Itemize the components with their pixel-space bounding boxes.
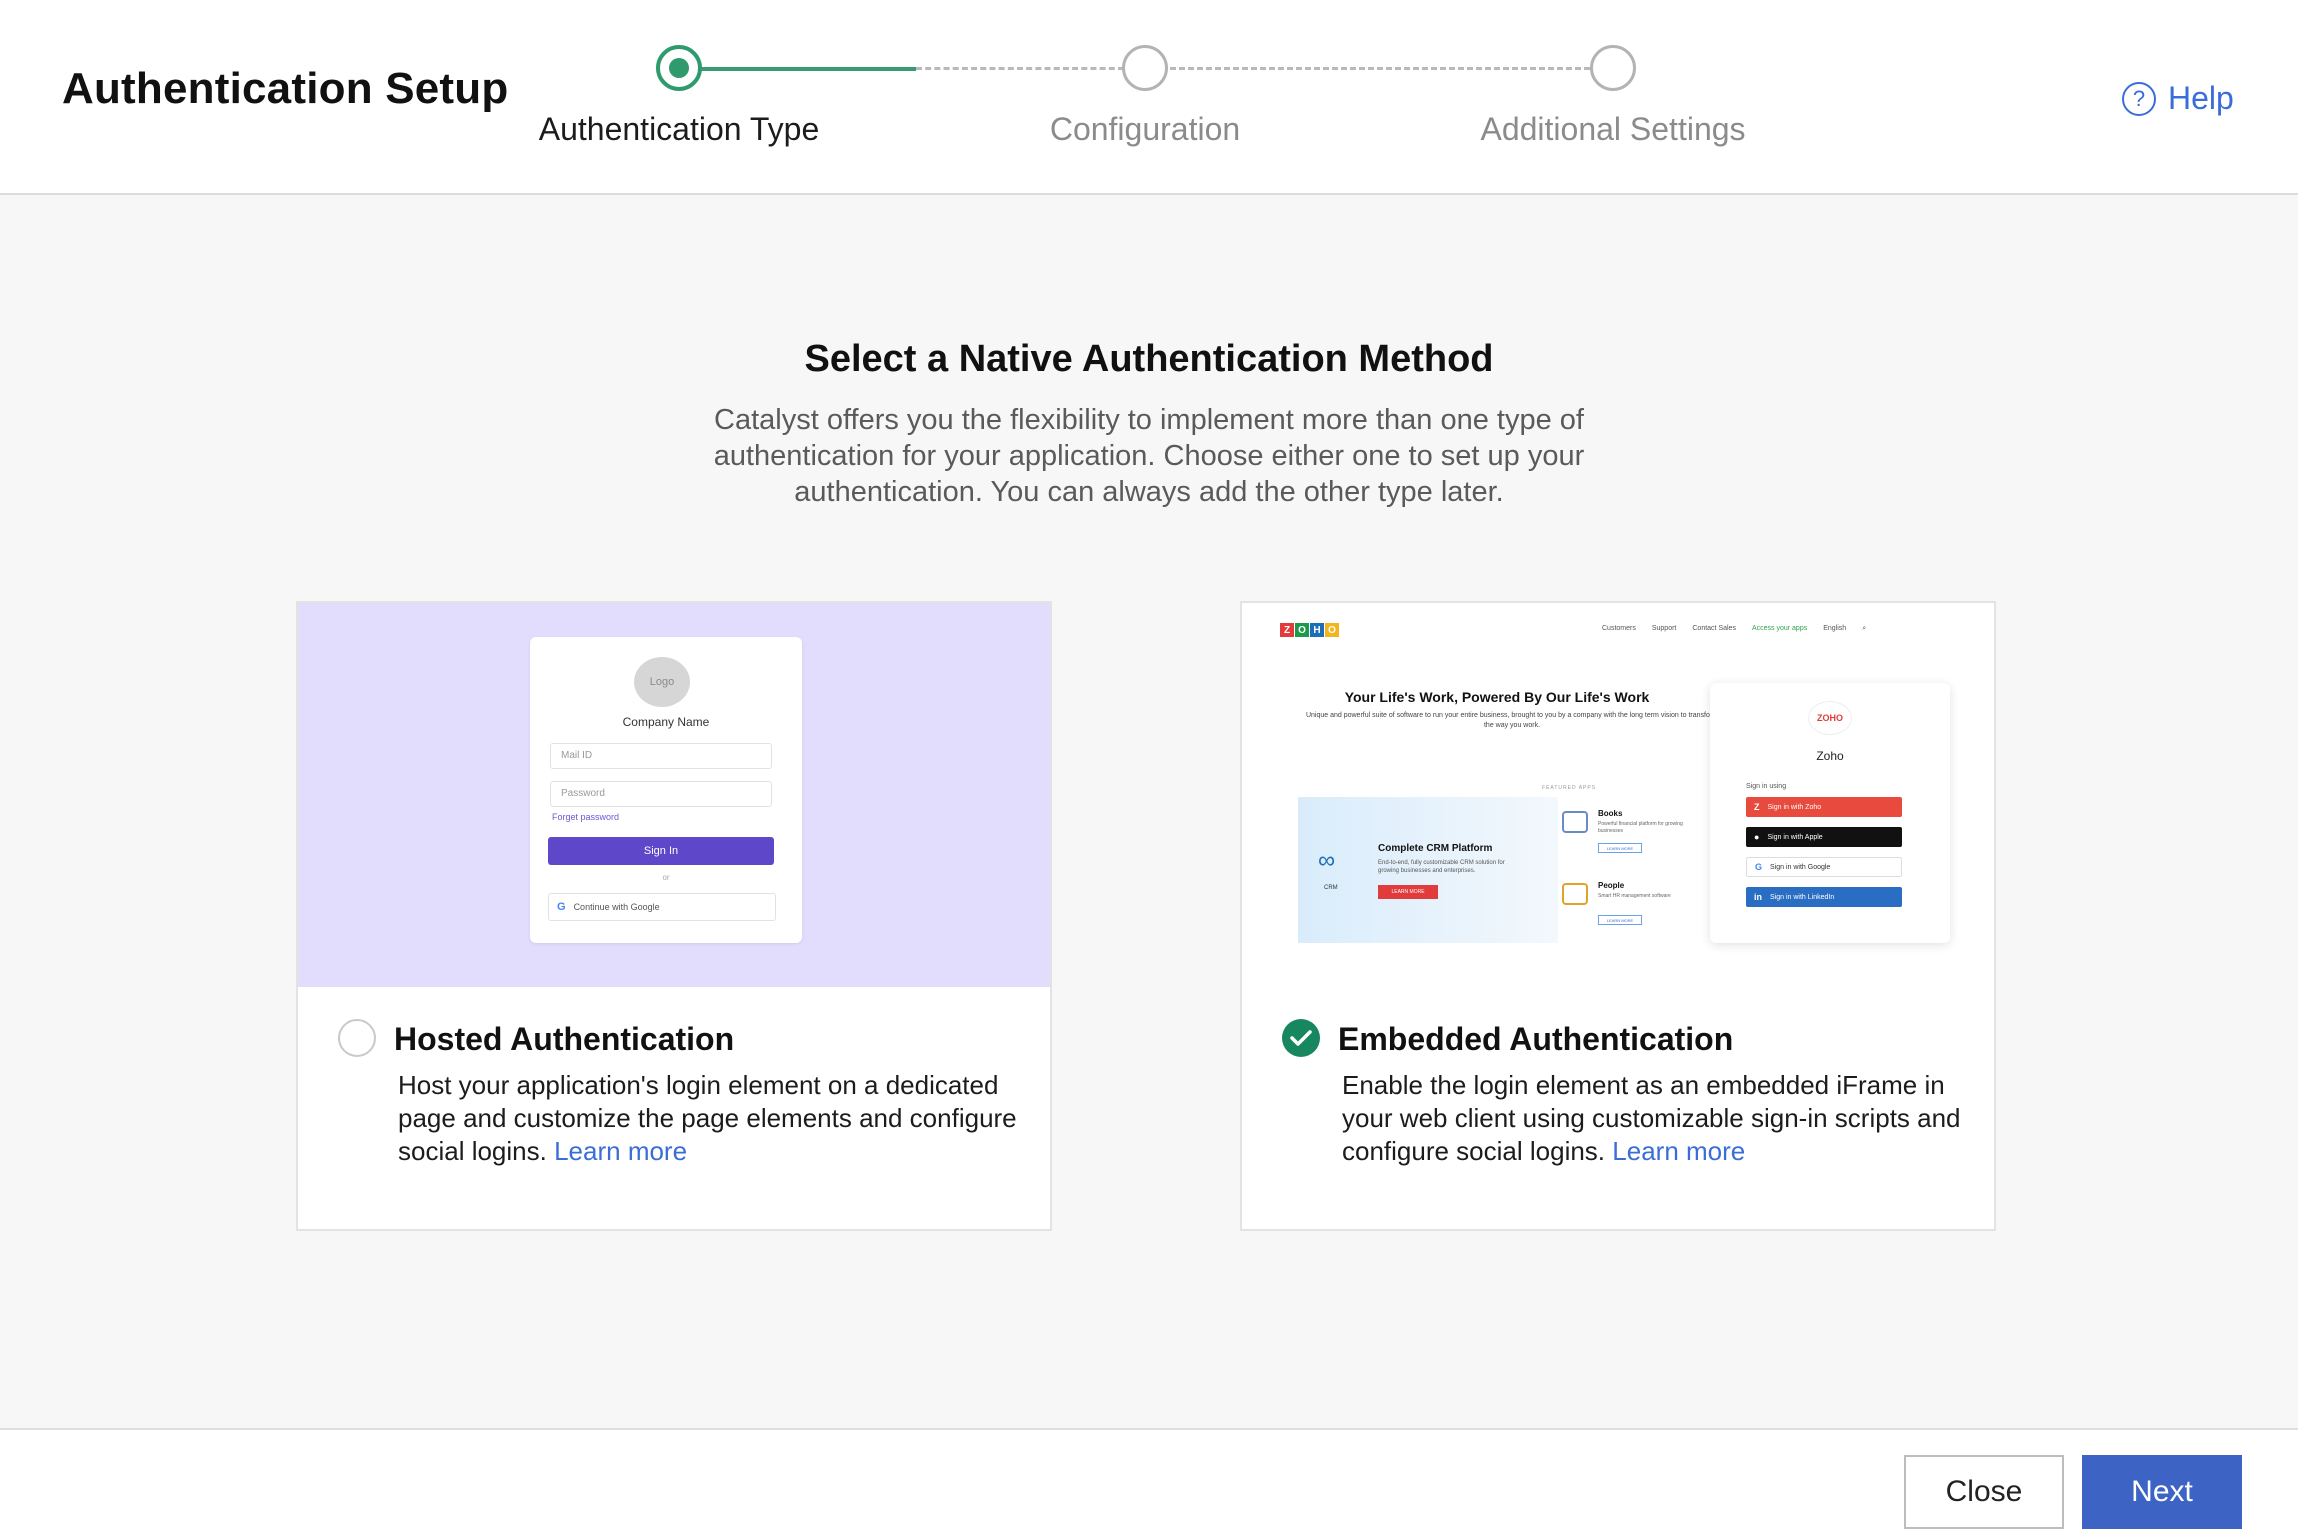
mock-nav: Customers Support Contact Sales Access y… — [1602, 625, 1866, 633]
crm-icon: ∞ — [1318, 847, 1336, 874]
mock-crm-label: CRM — [1324, 885, 1338, 891]
mock-logo: Logo — [634, 657, 690, 707]
mock-company-name: Company Name — [622, 715, 710, 729]
mock-signin-using: Sign in using — [1746, 783, 1787, 790]
linkedin-icon: in — [1754, 892, 1762, 902]
mock-forget-link: Forget password — [552, 812, 620, 822]
zoho-z-icon: Z — [1754, 802, 1760, 812]
mock-nav-item: Customers — [1602, 625, 1636, 632]
mock-app-name: People — [1598, 881, 1625, 890]
mock-crm-sub: End-to-end, fully customizable CRM solut… — [1378, 860, 1505, 874]
mock-crm-button: LEARN MORE — [1378, 885, 1438, 899]
mock-crm-title: Complete CRM Platform — [1378, 843, 1493, 854]
mock-app-button: LEARN MORE — [1598, 915, 1642, 925]
mock-login-form: Logo Company Name Mail ID Password Forge… — [530, 637, 802, 943]
hosted-learn-more-link[interactable]: Learn more — [554, 1136, 687, 1166]
hosted-auth-preview: Logo Company Name Mail ID Password Forge… — [298, 603, 1050, 987]
mock-signin-panel: ZOHO Zoho Sign in using Z Sign in with Z… — [1710, 683, 1950, 943]
zoho-logo-letter: O — [1325, 623, 1339, 637]
mock-app-button: LEARN MORE — [1598, 843, 1642, 853]
mock-signin-button: Sign In — [548, 837, 774, 865]
mock-signin-apple: ● Sign in with Apple — [1746, 827, 1902, 847]
help-link[interactable]: ? Help — [2122, 80, 2234, 117]
hosted-auth-description-text: Host your application's login element on… — [398, 1070, 1017, 1166]
embedded-auth-preview: Z O H O Customers Support Contact Sales … — [1242, 603, 1994, 987]
google-icon: G — [557, 901, 566, 913]
mock-heading: Your Life's Work, Powered By Our Life's … — [1344, 689, 1650, 705]
step-2-label[interactable]: Configuration — [945, 111, 1345, 148]
hosted-auth-title: Hosted Authentication — [394, 1021, 735, 1057]
mock-featured-label: FEATURED APPS — [1542, 785, 1597, 791]
google-icon: G — [1755, 862, 1763, 872]
mock-or-text: or — [662, 873, 670, 882]
mock-app-name: Books — [1598, 809, 1623, 818]
stepper-progress-line — [700, 67, 916, 71]
mock-mail-field: Mail ID — [550, 743, 772, 769]
mock-app-desc: Powerful financial platform for growing … — [1598, 821, 1683, 834]
mock-signin-google: G Sign in with Google — [1746, 857, 1902, 877]
stepper-pending-line — [1170, 67, 1590, 70]
mock-nav-item: Support — [1651, 625, 1677, 632]
embedded-auth-title: Embedded Authentication — [1338, 1021, 1734, 1057]
mock-crm-banner: ∞ CRM Complete CRM Platform End-to-end, … — [1298, 797, 1558, 943]
header: Authentication Setup Authentication Type… — [0, 0, 2298, 195]
mock-nav-item: Contact Sales — [1692, 625, 1736, 632]
footer: Close Next — [0, 1428, 2298, 1534]
hosted-auth-card[interactable]: Logo Company Name Mail ID Password Forge… — [296, 601, 1052, 1231]
zoho-logo-letter: O — [1295, 623, 1309, 637]
section-description: Catalyst offers you the flexibility to i… — [713, 404, 1585, 508]
mock-app-desc: Smart HR management software — [1598, 893, 1671, 899]
hosted-auth-radio[interactable] — [338, 1019, 376, 1057]
zoho-logo-letter: Z — [1280, 623, 1294, 637]
help-label: Help — [2168, 80, 2234, 116]
books-icon — [1562, 811, 1588, 833]
section-heading: Select a Native Authentication Method — [804, 338, 1494, 380]
step-2-indicator[interactable] — [1122, 45, 1168, 91]
embedded-auth-radio[interactable] — [1282, 1019, 1320, 1057]
mock-signin-label: Sign in with LinkedIn — [1770, 893, 1835, 901]
zoho-logo: Z O H O — [1280, 623, 1339, 637]
step-1-label[interactable]: Authentication Type — [479, 111, 879, 148]
mock-signin-label: Sign in with Google — [1770, 863, 1831, 871]
zoho-mini-logo: ZOHO — [1808, 701, 1852, 735]
main-content: Select a Native Authentication Method Ca… — [0, 195, 2298, 1428]
mock-google-label: Continue with Google — [573, 902, 660, 912]
mock-signin-zoho: Z Sign in with Zoho — [1746, 797, 1902, 817]
checkmark-icon — [1290, 1030, 1312, 1046]
stepper-pending-line — [916, 67, 1124, 70]
step-3-indicator[interactable] — [1590, 45, 1636, 91]
embedded-auth-card[interactable]: Z O H O Customers Support Contact Sales … — [1240, 601, 1996, 1231]
mock-signin-label: Sign in with Apple — [1767, 833, 1823, 841]
embedded-learn-more-link[interactable]: Learn more — [1612, 1136, 1745, 1166]
mock-nav-item: Access your apps — [1751, 625, 1808, 632]
mock-signin-label: Sign in with Zoho — [1767, 803, 1822, 811]
mock-nav-item: English — [1823, 625, 1847, 632]
mock-google-button: G Continue with Google — [548, 893, 776, 921]
mock-signin-brand: Zoho — [1816, 749, 1844, 763]
hosted-auth-description: Host your application's login element on… — [398, 1069, 1018, 1168]
close-button[interactable]: Close — [1904, 1455, 2064, 1529]
next-button[interactable]: Next — [2082, 1455, 2242, 1529]
page-title: Authentication Setup — [62, 64, 509, 113]
zoho-logo-letter: H — [1310, 623, 1324, 637]
apple-icon: ● — [1754, 832, 1760, 842]
mock-signin-linkedin: in Sign in with LinkedIn — [1746, 887, 1902, 907]
mock-password-field: Password — [550, 781, 772, 807]
embedded-auth-description: Enable the login element as an embedded … — [1342, 1069, 1962, 1168]
people-icon — [1562, 883, 1588, 905]
step-3-label[interactable]: Additional Settings — [1413, 111, 1813, 148]
step-1-indicator[interactable] — [656, 45, 702, 91]
mock-subheading: Unique and powerful suite of software to… — [1305, 712, 1719, 729]
search-icon: ⌕ — [1862, 625, 1867, 632]
question-circle-icon: ? — [2122, 81, 2156, 116]
